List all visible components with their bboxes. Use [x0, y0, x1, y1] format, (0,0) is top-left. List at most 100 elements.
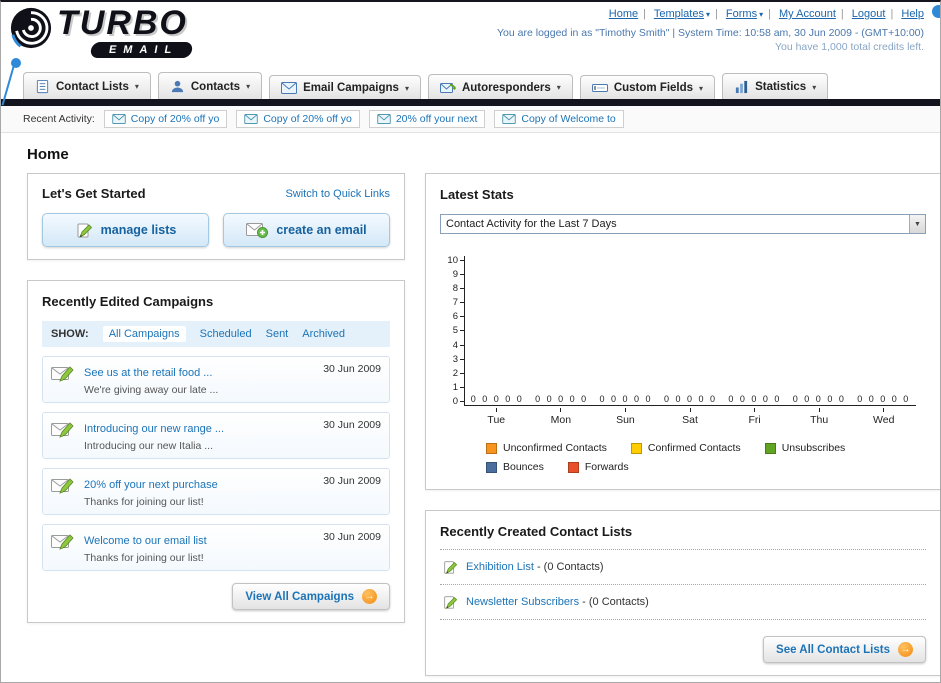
campaign-text: 20% off your next purchase Thanks for jo… [84, 475, 314, 508]
switch-to-quick-links[interactable]: Switch to Quick Links [285, 188, 390, 200]
logo-turbo: TURBO [57, 4, 188, 42]
campaign-row[interactable]: See us at the retail food ... We're givi… [42, 356, 390, 403]
campaign-date: 30 Jun 2009 [323, 419, 381, 431]
campaign-row[interactable]: Welcome to our email list Thanks for joi… [42, 524, 390, 571]
recent-activity-item[interactable]: 20% off your next [368, 110, 486, 128]
create-email-label: create an email [276, 223, 367, 237]
contact-list-text: Exhibition List - (0 Contacts) [466, 561, 604, 573]
chart-value-labels: 0 0 0 0 0 0 0 0 0 0 0 0 0 0 0 0 0 0 0 0 0 0 … [465, 394, 916, 404]
arrow-right-icon: → [898, 642, 913, 657]
envelope-pencil-icon [51, 422, 74, 438]
view-all-campaigns-label: View All Campaigns [245, 590, 354, 603]
arrow-right-icon: → [362, 589, 377, 604]
separator: | [768, 8, 771, 20]
nav-tab-email-campaigns[interactable]: Email Campaigns ▾ [269, 75, 421, 99]
login-info: You are logged in as "Timothy Smith" | S… [497, 27, 924, 39]
campaign-title-link[interactable]: See us at the retail food ... [84, 367, 212, 379]
link-templates[interactable]: Templates ▾ [654, 8, 710, 20]
chevron-down-icon: ▾ [699, 83, 704, 93]
chart-bar-value-group: 0 0 0 0 0 [728, 394, 782, 404]
chevron-down-icon: ▾ [134, 82, 139, 91]
nav-tab-autoresponders[interactable]: Autoresponders ▾ [427, 74, 573, 99]
recent-activity-item[interactable]: Copy of 20% off yo [236, 110, 360, 128]
separator: | [714, 8, 718, 20]
campaign-title-link[interactable]: Welcome to our email list [84, 535, 207, 547]
recent-activity-link[interactable]: Copy of 20% off yo [131, 113, 220, 125]
manage-lists-button[interactable]: manage lists [42, 213, 209, 247]
recent-activity-item[interactable]: Copy of 20% off yo [103, 110, 228, 128]
contact-list-link[interactable]: Exhibition List [466, 561, 534, 573]
nav-tab-contact-lists[interactable]: Contact Lists ▾ [23, 72, 151, 99]
campaign-title-link[interactable]: Introducing our new range ... [84, 423, 224, 435]
chart-y-tick-label: 2 [440, 369, 464, 378]
campaign-filter-tabs: SHOW: All Campaigns Scheduled Sent Archi… [42, 321, 390, 347]
recent-activity-bar: Recent Activity: Copy of 20% off yo Copy… [1, 106, 940, 133]
campaigns-footer: View All Campaigns → [42, 583, 390, 610]
link-home[interactable]: Home [609, 8, 638, 20]
contact-list-item[interactable]: Newsletter Subscribers - (0 Contacts) [440, 585, 926, 620]
legend-swatch [630, 442, 642, 454]
statistics-icon [735, 80, 748, 94]
chart-y-tick-label: 10 [440, 256, 464, 265]
contact-list-link[interactable]: Newsletter Subscribers [466, 596, 579, 608]
recent-activity-label: Recent Activity: [23, 113, 95, 125]
campaign-subtitle: Thanks for joining our list! [84, 496, 204, 508]
chevron-down-icon: ▾ [556, 83, 561, 92]
show-label: SHOW: [51, 328, 89, 340]
chevron-down-icon: ▾ [246, 82, 251, 91]
chart-body: 10 9 8 7 6 5 4 3 2 1 0 0 0 0 0 00 0 0 0 00 0 0 0 0… [440, 256, 916, 406]
view-all-campaigns-button[interactable]: View All Campaigns → [232, 583, 390, 610]
chart-bar-value-group: 0 0 0 0 0 [599, 394, 653, 404]
create-email-button[interactable]: create an email [223, 213, 390, 247]
chart-x-tick-label: Mon [529, 408, 594, 426]
nav-tab-label: Contact Lists [56, 80, 129, 93]
link-help[interactable]: Help [901, 8, 924, 20]
separator: | [643, 8, 646, 20]
recent-activity-link[interactable]: 20% off your next [396, 113, 478, 125]
link-my-account[interactable]: My Account [779, 8, 836, 20]
contact-list-text: Newsletter Subscribers - (0 Contacts) [466, 596, 649, 608]
nav-tabs: Contact Lists ▾ Contacts ▾ Email Campaig… [23, 72, 940, 99]
chart-x-axis: Tue Mon Sun Sat Fri Thu Wed [464, 408, 916, 426]
see-all-contact-lists-button[interactable]: See All Contact Lists → [763, 636, 926, 663]
link-logout[interactable]: Logout [852, 8, 886, 20]
logo-email: EMAIL [89, 42, 194, 58]
chart-y-tick-label: 3 [440, 354, 464, 364]
envelope-icon [244, 114, 258, 124]
recent-activity-item[interactable]: Copy of Welcome to [494, 110, 624, 128]
chart-x-tick-label: Thu [787, 408, 852, 426]
campaign-subtitle: Thanks for joining our list! [84, 552, 204, 564]
logo-text: TURBO EMAIL [57, 4, 194, 58]
chart-y-tick-label: 4 [440, 340, 464, 350]
envelope-pencil-icon [51, 478, 74, 494]
chart-plot-area: 0 0 0 0 0 0 0 0 0 0 0 0 0 0 0 0 0 0 0 0 0 0 … [464, 256, 916, 406]
recent-activity-link[interactable]: Copy of 20% off yo [263, 113, 352, 125]
get-started-title: Let's Get Started [42, 186, 146, 201]
recent-activity-link[interactable]: Copy of Welcome to [521, 113, 615, 125]
pencil-icon [444, 561, 458, 575]
latest-stats-title: Latest Stats [440, 187, 514, 202]
chart-y-tick-label: 5 [440, 326, 464, 336]
chart-bar-value-group: 0 0 0 0 0 [857, 394, 911, 404]
contact-list-item[interactable]: Exhibition List - (0 Contacts) [440, 550, 926, 585]
chart-y-tick-label: 6 [440, 312, 464, 322]
chart-y-tick-label: 7 [440, 298, 464, 308]
link-forms[interactable]: Forms ▾ [726, 8, 763, 20]
tab-scheduled[interactable]: Scheduled [200, 328, 252, 340]
contact-list-count: - (0 Contacts) [536, 561, 604, 573]
tab-all-campaigns[interactable]: All Campaigns [102, 326, 186, 342]
campaign-row[interactable]: Introducing our new range ... Introducin… [42, 412, 390, 459]
stats-range-select[interactable]: Contact Activity for the Last 7 Days ▼ [440, 214, 926, 234]
campaign-row[interactable]: 20% off your next purchase Thanks for jo… [42, 468, 390, 515]
get-started-buttons: manage lists create an email [42, 213, 390, 247]
nav-tab-custom-fields[interactable]: Custom Fields ▾ [579, 75, 716, 99]
campaign-date: 30 Jun 2009 [323, 363, 381, 375]
nav-tab-contacts[interactable]: Contacts ▾ [157, 72, 263, 99]
nav-tab-statistics[interactable]: Statistics ▾ [722, 73, 829, 99]
tab-archived[interactable]: Archived [302, 328, 345, 340]
campaign-title-link[interactable]: 20% off your next purchase [84, 479, 218, 491]
manage-lists-label: manage lists [100, 223, 177, 237]
chart-x-tick-label: Wed [851, 408, 916, 426]
tab-sent[interactable]: Sent [266, 328, 289, 340]
chart-legend-item: Unsubscribes [764, 442, 845, 454]
